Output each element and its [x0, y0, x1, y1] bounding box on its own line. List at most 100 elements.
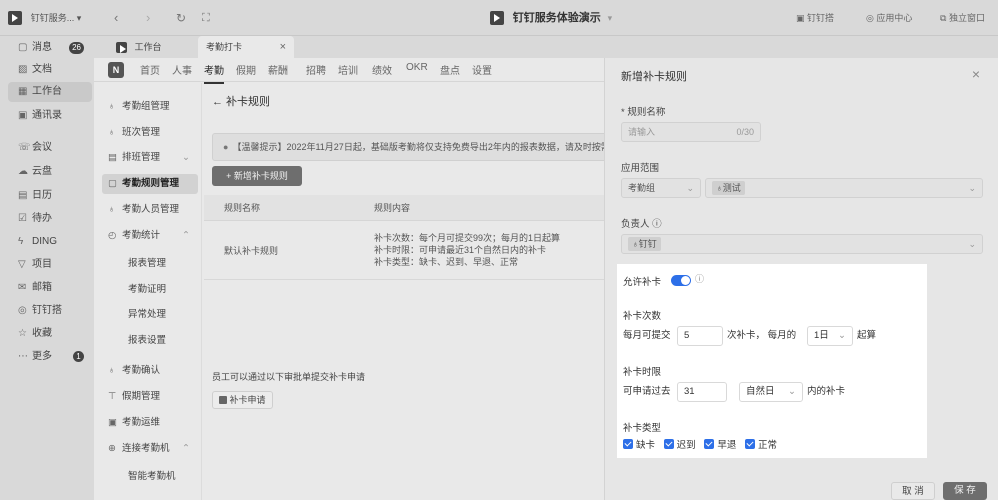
count-suffix: 起算	[857, 330, 877, 341]
grid-icon: ▦	[18, 86, 28, 97]
type-label: 补卡类型	[623, 423, 662, 434]
title-caret-icon[interactable]: ▾	[608, 13, 613, 23]
subnav-group-mgmt[interactable]: ♁ 考勤组管理	[102, 97, 198, 117]
sidebar-item-dingda[interactable]: ◎ 钉钉搭	[8, 301, 92, 321]
subnav-attendance-proof[interactable]: 考勤证明	[102, 280, 198, 300]
sidebar-item-cloud[interactable]: ☁ 云盘	[8, 162, 92, 182]
sidebar-item-workbench[interactable]: ▦ 工作台	[8, 82, 92, 102]
cancel-button[interactable]: 取 消	[891, 482, 935, 500]
topnav-attendance[interactable]: 考勤	[204, 62, 224, 84]
user-icon: ♁	[632, 239, 639, 249]
calendar-icon: ▤	[18, 190, 28, 201]
sidebar-item-project[interactable]: ▽ 项目	[8, 255, 92, 275]
checked-icon	[704, 439, 715, 449]
subnav-report-settings[interactable]: 报表设置	[102, 331, 198, 351]
doc-icon: ▨	[18, 64, 28, 75]
type-missing-checkbox[interactable]: 缺卡	[623, 439, 655, 451]
type-normal-checkbox[interactable]: 正常	[744, 439, 777, 451]
subnav-leave-mgmt[interactable]: ⊤ 假期管理	[102, 387, 198, 407]
topnav-recruit[interactable]: 招聘	[306, 62, 326, 77]
scope-type-select[interactable]: 考勤组 ⌄	[621, 178, 701, 198]
scope-value-select[interactable]: ♁测试 ⌄	[705, 178, 983, 198]
topnav-inventory[interactable]: 盘点	[440, 62, 460, 77]
owner-label: 负责人 ⓘ	[621, 219, 662, 230]
limit-input[interactable]: 31	[677, 382, 727, 402]
dingda-link[interactable]: ▣ 钉钉搭	[796, 0, 834, 36]
app-switcher-label: 钉钉服务... ▾	[30, 13, 82, 23]
close-tab-icon[interactable]: ×	[280, 36, 286, 58]
close-icon[interactable]: ×	[972, 66, 980, 82]
forward-icon[interactable]: ›	[146, 0, 150, 36]
more-icon: ⋯	[18, 351, 28, 362]
row-rule-line-3: 补卡类型：缺卡、迟到、早退、正常	[374, 257, 519, 267]
expand-icon[interactable]: ⛶	[202, 0, 210, 36]
topnav-performance[interactable]: 绩效	[372, 62, 392, 77]
allow-makeup-toggle[interactable]	[671, 275, 691, 286]
app-switcher[interactable]: 钉钉服务... ▾	[8, 0, 81, 36]
save-button[interactable]: 保 存	[943, 482, 987, 500]
subnav-exception[interactable]: 异常处理	[102, 305, 198, 325]
subnav-statistics[interactable]: ◴ 考勤统计 ⌃	[102, 226, 198, 246]
subnav-smart-device[interactable]: 智能考勤机	[102, 467, 198, 487]
count-prefix: 每月可提交	[623, 330, 671, 341]
subnav-confirm[interactable]: ♁ 考勤确认	[102, 361, 198, 381]
makeup-settings-card: 允许补卡 ⓘ 补卡次数 每月可提交 5 次补卡， 每月的 1日 ⌄ 起算 补卡时…	[617, 264, 927, 458]
subnav-report-mgmt[interactable]: 报表管理	[102, 254, 198, 274]
back-title[interactable]: ← 补卡规则	[212, 93, 270, 109]
app-center-link[interactable]: ◎ 应用中心	[866, 0, 912, 36]
more-badge: 1	[73, 351, 84, 362]
title-bar: 钉钉服务... ▾ ‹ › ↻ ⛶ 钉钉服务体验演示 ▾ ▣ 钉钉搭 ◎ 应用中…	[0, 0, 998, 36]
topnav-okr[interactable]: OKR	[406, 62, 428, 73]
topnav-training[interactable]: 培训	[338, 62, 358, 77]
limit-unit-select[interactable]: 自然日 ⌄	[739, 382, 803, 402]
sidebar-item-mail[interactable]: ✉ 邮箱	[8, 278, 92, 298]
topnav-payroll[interactable]: 薪酬	[268, 62, 288, 77]
sidebar: ▢ 消息 26 ▨ 文档 ▦ 工作台 ▣ 通讯录 ☏会议 ☁ 云盘 ▤ 日历 ☑ 待办 ϟ DI…	[0, 36, 94, 500]
count-day-select[interactable]: 1日 ⌄	[807, 326, 853, 346]
topnav-home[interactable]: 首页	[140, 62, 160, 77]
type-early-checkbox[interactable]: 早退	[704, 439, 736, 451]
row-rule-name: 默认补卡规则	[224, 246, 279, 256]
lightning-icon: ϟ	[18, 236, 24, 247]
sidebar-item-contacts[interactable]: ▣ 通讯录	[8, 106, 92, 126]
rule-name-input[interactable]: 请输入 0/30	[621, 122, 761, 142]
sidebar-item-todo[interactable]: ☑ 待办	[8, 209, 92, 229]
sidebar-item-ding[interactable]: ϟ DING	[8, 232, 92, 252]
checked-icon	[663, 439, 674, 449]
topnav-settings[interactable]: 设置	[472, 62, 492, 77]
sidebar-item-meeting[interactable]: ☏会议	[8, 138, 92, 158]
scope-label: 应用范围	[621, 163, 660, 174]
owner-select[interactable]: ♁钉钉 ⌄	[621, 234, 983, 254]
tab-workbench[interactable]: 工作台	[108, 36, 170, 58]
subnav-rule-mgmt[interactable]: ▢ 考勤规则管理	[102, 174, 198, 194]
subnav-schedule-mgmt[interactable]: ▤ 排班管理 ⌄	[102, 148, 198, 168]
sidebar-item-messages[interactable]: ▢ 消息 26	[8, 38, 92, 58]
column-name: 规则名称	[224, 203, 261, 213]
phone-icon: ☏	[18, 142, 31, 153]
topnav-leave[interactable]: 假期	[236, 62, 256, 77]
subnav-people-mgmt[interactable]: ♁ 考勤人员管理	[102, 200, 198, 220]
tab-attendance[interactable]: 考勤打卡 ×	[198, 36, 294, 58]
subnav-ops[interactable]: ▣ 考勤运维	[102, 413, 198, 433]
chevron-down-icon: ⌄	[182, 152, 190, 163]
sidebar-item-docs[interactable]: ▨ 文档	[8, 60, 92, 80]
sidebar-item-calendar[interactable]: ▤ 日历	[8, 186, 92, 206]
sidebar-item-more[interactable]: ⋯ 更多 1	[8, 347, 92, 367]
type-late-checkbox[interactable]: 迟到	[663, 439, 696, 451]
subnav-connect-device[interactable]: ⊕ 连接考勤机 ⌃	[102, 439, 198, 459]
back-icon[interactable]: ‹	[114, 0, 118, 36]
refresh-icon[interactable]: ↻	[176, 0, 186, 36]
makeup-request-button[interactable]: 补卡申请	[212, 391, 273, 409]
form-icon	[219, 396, 227, 404]
subnav-shift-mgmt[interactable]: ♁ 班次管理	[102, 123, 198, 143]
window-title-logo-icon	[490, 11, 504, 26]
chevron-down-icon: ⌄	[838, 330, 846, 341]
count-input[interactable]: 5	[677, 326, 723, 346]
standalone-window-icon: ⧉	[940, 13, 947, 23]
sidebar-item-favorites[interactable]: ☆ 收藏	[8, 324, 92, 344]
topnav-hr[interactable]: 人事	[172, 62, 192, 77]
rule-icon: ▢	[108, 178, 117, 189]
standalone-window-link[interactable]: ⧉ 独立窗口	[940, 0, 985, 36]
new-rule-drawer: 新增补卡规则 × * 规则名称 请输入 0/30 应用范围 考勤组 ⌄ ♁测试 …	[604, 58, 998, 500]
add-rule-button[interactable]: + 新增补卡规则	[212, 166, 302, 186]
